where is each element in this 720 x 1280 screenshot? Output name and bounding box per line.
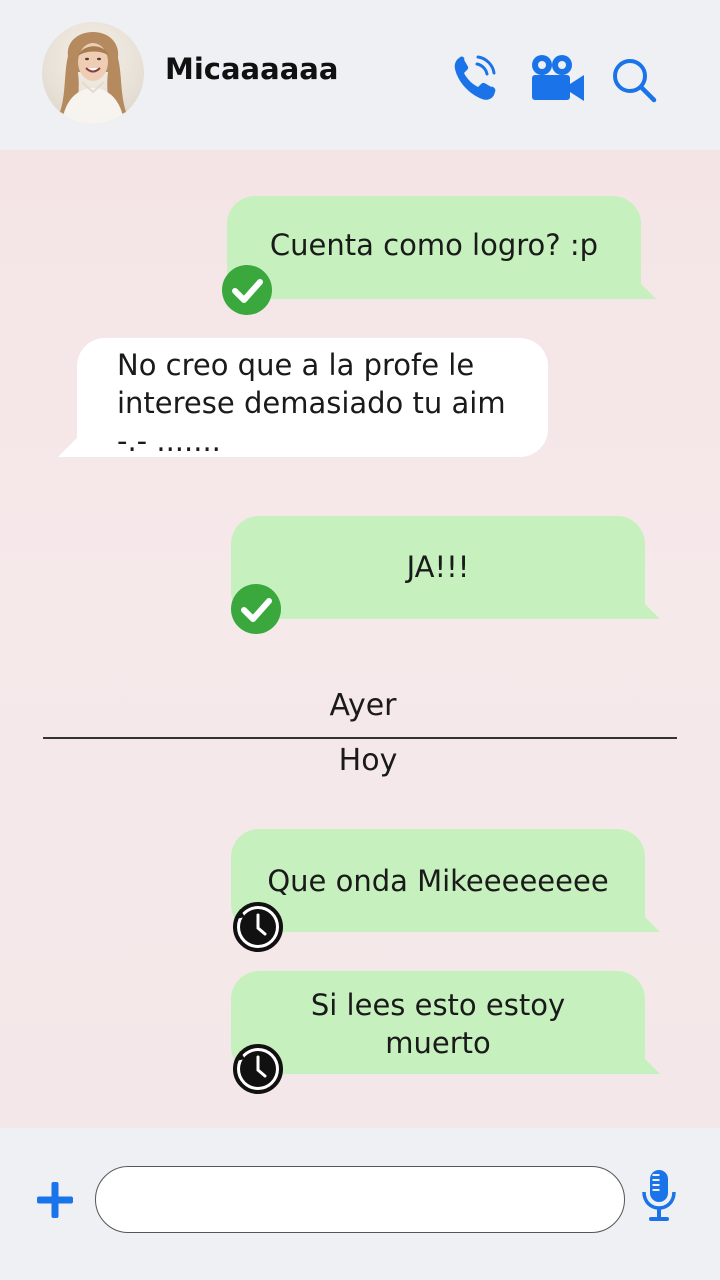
message-text-line: -.- ....... [117,424,221,458]
phone-call-icon[interactable] [451,52,501,108]
pending-clock-icon [232,901,284,957]
day-separator-previous: Ayer [329,688,397,723]
contact-avatar[interactable] [42,22,144,124]
pending-clock-icon [232,1043,284,1099]
video-camera-icon[interactable] [529,54,585,106]
message-text: JA!!! [406,550,470,584]
microphone-icon[interactable] [641,1168,677,1228]
message-bubble-outgoing[interactable]: Que onda Mikeeeeeeee [231,829,645,932]
contact-name: Micaaaaaa [165,52,339,86]
avatar-photo [60,32,126,124]
message-text-line: muerto [385,1026,491,1060]
message-text-line: Si lees esto estoy [310,988,566,1022]
chat-header: Micaaaaaa [0,0,720,150]
message-bubble-incoming[interactable]: No creo que a la profe le interese demas… [77,338,548,458]
message-text: Cuenta como logro? :p [269,228,599,262]
delivered-check-icon [221,264,273,320]
plus-icon[interactable] [35,1180,75,1224]
message-bubble-outgoing[interactable]: Si lees esto estoy muerto [231,971,645,1074]
day-divider [43,737,677,739]
message-bubble-outgoing[interactable]: Cuenta como logro? :p [227,196,641,299]
search-icon[interactable] [611,57,657,107]
message-text-line: No creo que a la profe le [117,348,475,382]
message-bubble-outgoing[interactable]: JA!!! [231,516,645,619]
message-text: Que onda Mikeeeeeeee [267,864,609,898]
delivered-check-icon [230,583,282,639]
message-input[interactable] [95,1166,625,1233]
message-text-line: interese demasiado tu aim [117,386,506,420]
day-separator-current: Hoy [338,743,398,778]
